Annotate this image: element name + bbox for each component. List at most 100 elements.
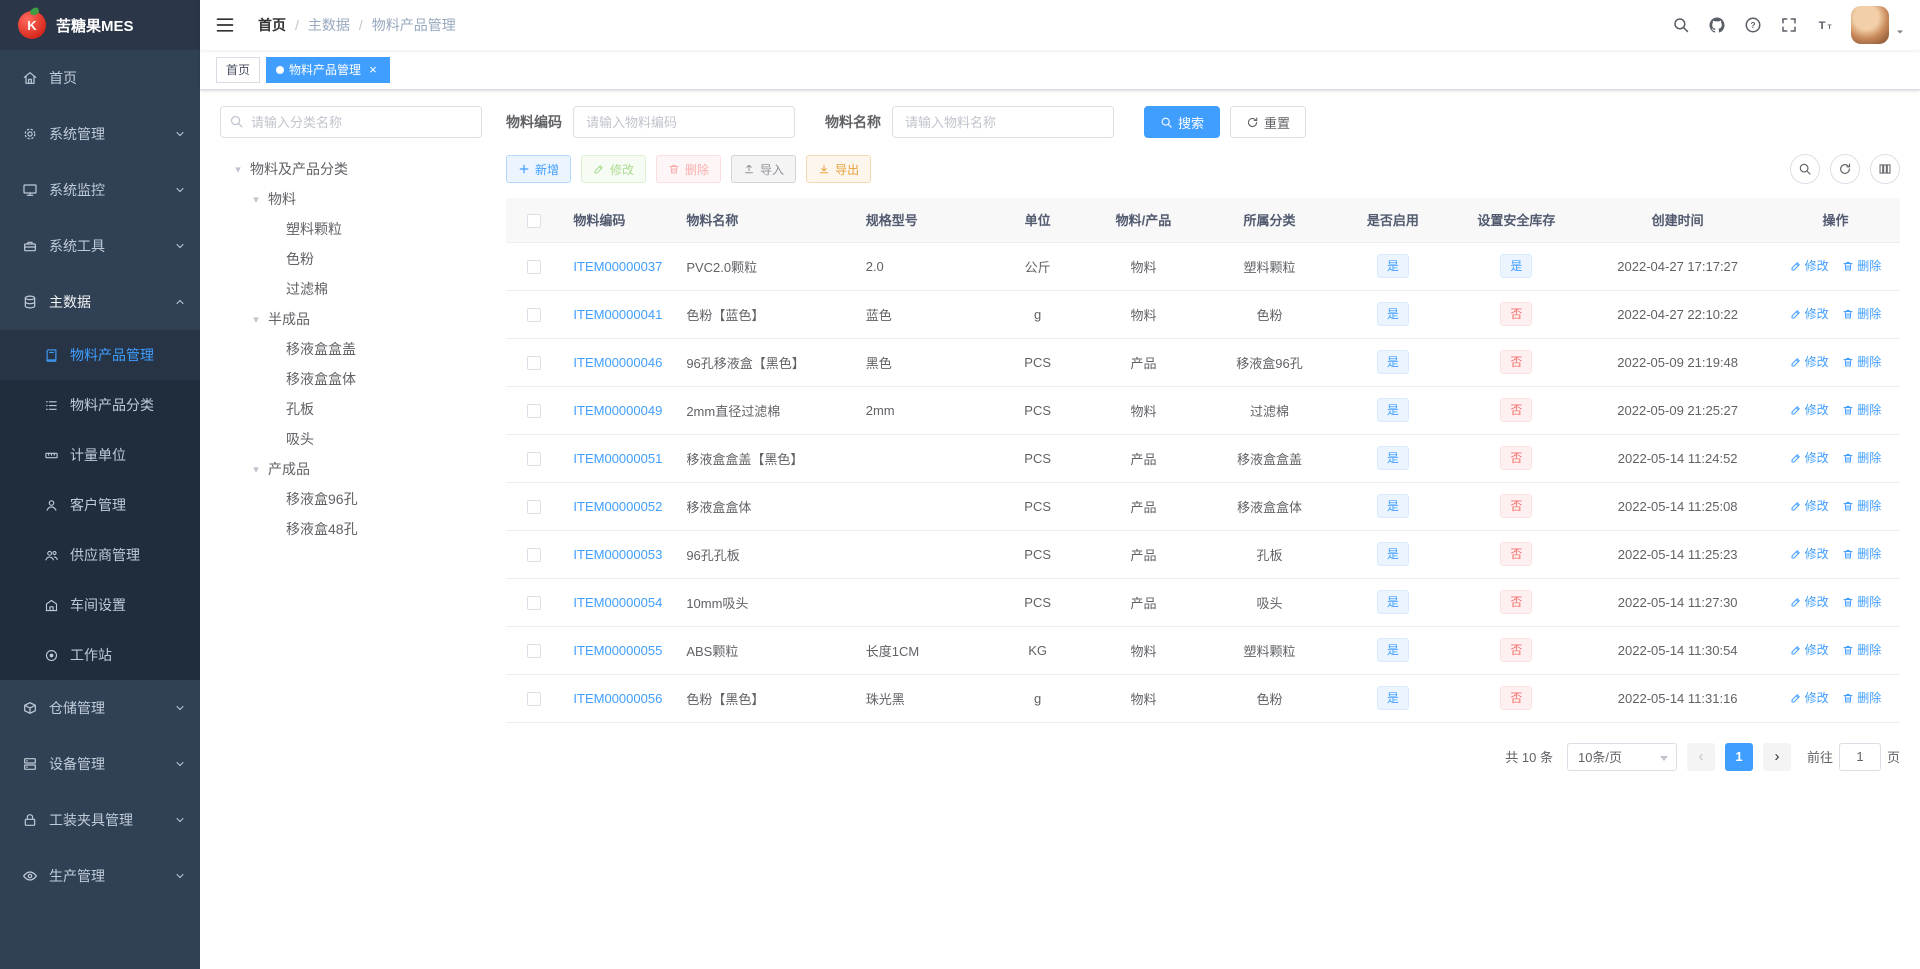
row-edit-button[interactable]: 修改 xyxy=(1790,497,1829,514)
row-checkbox[interactable] xyxy=(526,355,541,370)
row-delete-button[interactable]: 删除 xyxy=(1842,257,1881,274)
table-row[interactable]: ITEM00000052 移液盒盒体 PCS 产品 移液盒盒体 是 否 2022… xyxy=(506,482,1900,531)
row-delete-button[interactable]: 删除 xyxy=(1842,545,1881,562)
row-delete-button[interactable]: 删除 xyxy=(1842,401,1881,418)
row-checkbox[interactable] xyxy=(526,595,541,610)
material-code-link[interactable]: ITEM00000055 xyxy=(573,643,662,658)
material-code-input[interactable] xyxy=(573,106,795,138)
sidebar-item-system-tools[interactable]: 系统工具 xyxy=(0,218,200,274)
export-button[interactable]: 导出 xyxy=(806,155,872,183)
sidebar-subitem-customer-management[interactable]: 客户管理 xyxy=(0,480,200,530)
table-row[interactable]: ITEM00000037 PVC2.0颗粒 2.0 公斤 物料 塑料颗粒 是 是… xyxy=(506,242,1900,291)
sidebar-subitem-material-product-category[interactable]: 物料产品分类 xyxy=(0,380,200,430)
tag-home[interactable]: 首页 xyxy=(216,56,261,83)
row-edit-button[interactable]: 修改 xyxy=(1790,689,1829,706)
goto-page-input[interactable] xyxy=(1838,742,1881,771)
material-code-link[interactable]: ITEM00000054 xyxy=(573,595,662,610)
reset-button[interactable]: 重置 xyxy=(1230,106,1307,138)
tree-node[interactable]: 移液盒48孔 xyxy=(220,514,482,544)
row-checkbox[interactable] xyxy=(526,691,541,706)
row-edit-button[interactable]: 修改 xyxy=(1790,449,1829,466)
page-size-select[interactable]: 10条/页 xyxy=(1566,742,1677,771)
table-row[interactable]: ITEM00000051 移液盒盒盖【黑色】 PCS 产品 移液盒盒盖 是 否 … xyxy=(506,434,1900,483)
row-delete-button[interactable]: 删除 xyxy=(1842,641,1881,658)
user-menu[interactable] xyxy=(1851,6,1906,44)
material-code-link[interactable]: ITEM00000049 xyxy=(573,403,662,418)
table-row[interactable]: ITEM00000054 10mm吸头 PCS 产品 吸头 是 否 2022-0… xyxy=(506,578,1900,627)
tree-node[interactable]: 移液盒盒体 xyxy=(220,364,482,394)
tree-node[interactable]: 过滤棉 xyxy=(220,274,482,304)
material-name-input[interactable] xyxy=(892,106,1114,138)
page-number-1[interactable]: 1 xyxy=(1724,742,1753,771)
tree-node[interactable]: 塑料颗粒 xyxy=(220,214,482,244)
table-row[interactable]: ITEM00000046 96孔移液盒【黑色】 黑色 PCS 产品 移液盒96孔… xyxy=(506,338,1900,387)
material-code-link[interactable]: ITEM00000052 xyxy=(573,499,662,514)
sidebar-subitem-workshop-settings[interactable]: 车间设置 xyxy=(0,580,200,630)
breadcrumb-item[interactable]: 首页 xyxy=(258,15,286,35)
help-button[interactable] xyxy=(1735,0,1771,50)
sidebar-item-system-monitor[interactable]: 系统监控 xyxy=(0,162,200,218)
tree-node[interactable]: 孔板 xyxy=(220,394,482,424)
sidebar-toggle-button[interactable] xyxy=(200,0,250,50)
sidebar-subitem-supplier-management[interactable]: 供应商管理 xyxy=(0,530,200,580)
tree-node[interactable]: ▾ 物料及产品分类 xyxy=(220,154,482,184)
row-checkbox[interactable] xyxy=(526,259,541,274)
material-code-link[interactable]: ITEM00000037 xyxy=(573,259,662,274)
tree-node[interactable]: 移液盒盒盖 xyxy=(220,334,482,364)
table-row[interactable]: ITEM00000053 96孔孔板 PCS 产品 孔板 是 否 2022-05… xyxy=(506,530,1900,579)
font-size-button[interactable] xyxy=(1807,0,1843,50)
row-edit-button[interactable]: 修改 xyxy=(1790,305,1829,322)
row-edit-button[interactable]: 修改 xyxy=(1790,401,1829,418)
import-button[interactable]: 导入 xyxy=(731,155,797,183)
fullscreen-button[interactable] xyxy=(1771,0,1807,50)
row-delete-button[interactable]: 删除 xyxy=(1842,449,1881,466)
row-edit-button[interactable]: 修改 xyxy=(1790,641,1829,658)
row-edit-button[interactable]: 修改 xyxy=(1790,593,1829,610)
tree-expand-icon[interactable]: ▾ xyxy=(244,463,268,476)
sidebar-subitem-material-product-management[interactable]: 物料产品管理 xyxy=(0,330,200,380)
sidebar-subitem-workstation[interactable]: 工作站 xyxy=(0,630,200,680)
sidebar-item-production-management[interactable]: 生产管理 xyxy=(0,848,200,904)
sidebar-item-master-data[interactable]: 主数据 xyxy=(0,274,200,330)
row-checkbox[interactable] xyxy=(526,403,541,418)
toggle-search-button[interactable] xyxy=(1790,154,1820,184)
tree-node[interactable]: 吸头 xyxy=(220,424,482,454)
category-search-input[interactable] xyxy=(220,106,482,138)
material-code-link[interactable]: ITEM00000053 xyxy=(573,547,662,562)
sidebar-item-warehouse-management[interactable]: 仓储管理 xyxy=(0,680,200,736)
row-checkbox[interactable] xyxy=(526,499,541,514)
tag-material-product-management[interactable]: 物料产品管理 × xyxy=(266,56,391,83)
add-button[interactable]: 新增 xyxy=(506,155,572,183)
row-edit-button[interactable]: 修改 xyxy=(1790,257,1829,274)
row-checkbox[interactable] xyxy=(526,547,541,562)
material-code-link[interactable]: ITEM00000056 xyxy=(573,691,662,706)
github-button[interactable] xyxy=(1699,0,1735,50)
row-edit-button[interactable]: 修改 xyxy=(1790,353,1829,370)
app-logo[interactable]: 苦糖果MES xyxy=(0,0,200,50)
tree-node[interactable]: 色粉 xyxy=(220,244,482,274)
select-all-checkbox[interactable] xyxy=(526,213,541,228)
row-delete-button[interactable]: 删除 xyxy=(1842,497,1881,514)
tree-expand-icon[interactable]: ▾ xyxy=(226,163,250,176)
sidebar-item-equipment-management[interactable]: 设备管理 xyxy=(0,736,200,792)
search-button[interactable]: 搜索 xyxy=(1144,106,1221,138)
row-delete-button[interactable]: 删除 xyxy=(1842,305,1881,322)
row-checkbox[interactable] xyxy=(526,451,541,466)
sidebar-item-system-management[interactable]: 系统管理 xyxy=(0,106,200,162)
material-code-link[interactable]: ITEM00000041 xyxy=(573,307,662,322)
sidebar-item-home[interactable]: 首页 xyxy=(0,50,200,106)
tree-node[interactable]: ▾ 半成品 xyxy=(220,304,482,334)
row-delete-button[interactable]: 删除 xyxy=(1842,593,1881,610)
tree-node[interactable]: 移液盒96孔 xyxy=(220,484,482,514)
row-delete-button[interactable]: 删除 xyxy=(1842,353,1881,370)
row-checkbox[interactable] xyxy=(526,643,541,658)
table-row[interactable]: ITEM00000041 色粉【蓝色】 蓝色 g 物料 色粉 是 否 2022-… xyxy=(506,290,1900,339)
delete-button[interactable]: 删除 xyxy=(656,155,722,183)
row-checkbox[interactable] xyxy=(526,307,541,322)
tree-expand-icon[interactable]: ▾ xyxy=(244,193,268,206)
material-code-link[interactable]: ITEM00000046 xyxy=(573,355,662,370)
edit-button[interactable]: 修改 xyxy=(581,155,647,183)
sidebar-item-fixture-management[interactable]: 工装夹具管理 xyxy=(0,792,200,848)
header-search-button[interactable] xyxy=(1663,0,1699,50)
row-edit-button[interactable]: 修改 xyxy=(1790,545,1829,562)
